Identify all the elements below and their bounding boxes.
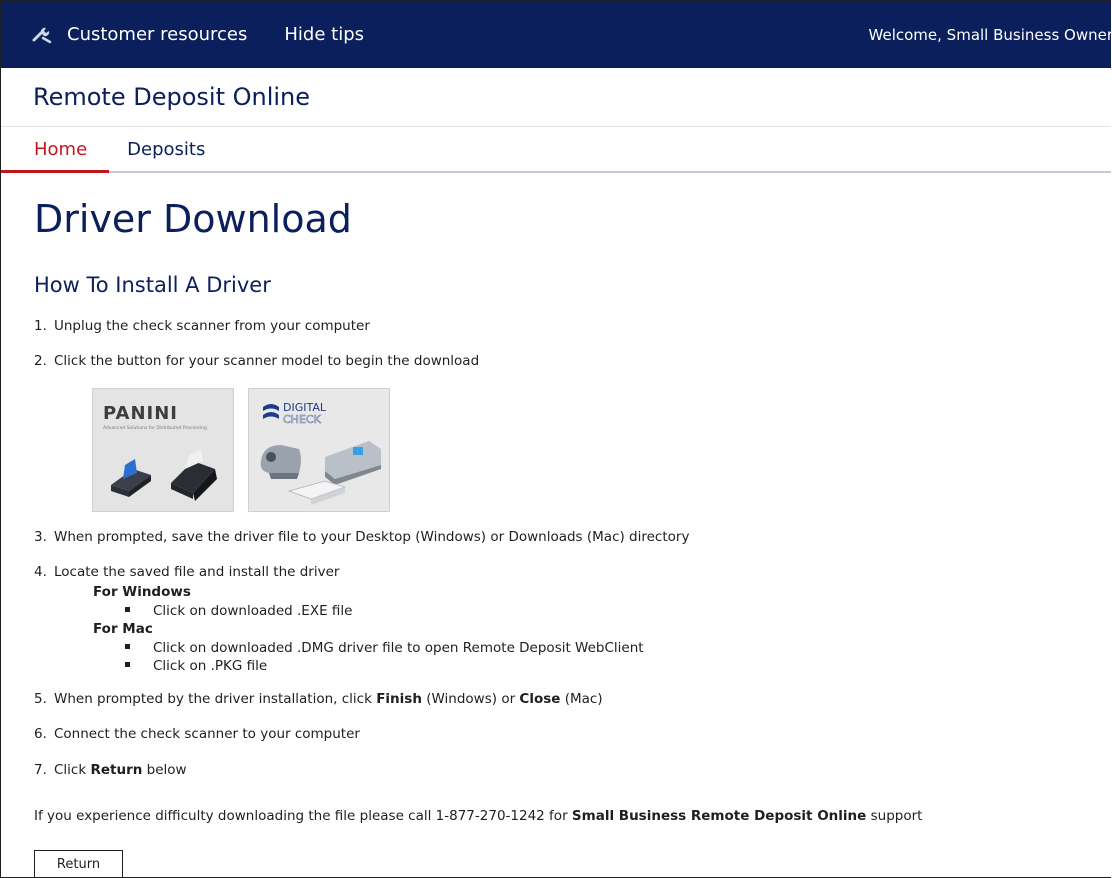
- mac-instruction-1: Click on downloaded .DMG driver file to …: [125, 640, 644, 656]
- windows-heading: For Windows: [93, 584, 191, 600]
- digital-check-scanner-image: DIGITAL CHECK: [249, 389, 389, 511]
- windows-instruction: Click on downloaded .EXE file: [125, 603, 352, 619]
- tab-bar: Home Deposits: [1, 127, 1111, 173]
- support-product-name: Small Business Remote Deposit Online: [571, 808, 867, 824]
- tab-deposits[interactable]: Deposits: [109, 139, 223, 171]
- step-number: 6.: [34, 726, 47, 742]
- step-number: 3.: [34, 529, 47, 545]
- step-text-pre: Click: [54, 762, 91, 778]
- section-title: How To Install A Driver: [34, 273, 271, 297]
- step-5: 5. When prompted by the driver installati…: [34, 691, 603, 707]
- app-title: Remote Deposit Online: [1, 68, 1111, 127]
- check-logo-text: CHECK: [283, 413, 322, 426]
- step-number: 5.: [34, 691, 47, 707]
- return-emphasis: Return: [90, 762, 143, 778]
- step-text: Click the button for your scanner model …: [54, 353, 480, 369]
- step-2: 2. Click the button for your scanner mode…: [34, 353, 479, 369]
- step-6: 6. Connect the check scanner to your comp…: [34, 726, 360, 742]
- panini-scanner-download-button[interactable]: PANINI Advanced Solutions for Distribute…: [92, 388, 234, 512]
- panini-tagline: Advanced Solutions for Distributed Proce…: [103, 425, 207, 431]
- step-text: When prompted, save the driver file to y…: [54, 529, 690, 545]
- support-text-post: support: [866, 808, 923, 824]
- step-7: 7. Click Return below: [34, 762, 187, 778]
- mac-heading: For Mac: [93, 621, 153, 637]
- step-number: 4.: [34, 564, 47, 580]
- top-navigation-bar: Customer resources Hide tips Welcome, Sm…: [1, 1, 1111, 68]
- hide-tips-link[interactable]: Hide tips: [284, 24, 364, 45]
- tab-home[interactable]: Home: [1, 139, 110, 173]
- step-text-post: below: [142, 762, 187, 778]
- customer-resources-label: Customer resources: [67, 24, 248, 45]
- app-window: Customer resources Hide tips Welcome, Sm…: [0, 0, 1111, 878]
- step-number: 7.: [34, 762, 47, 778]
- step-number: 2.: [34, 353, 47, 369]
- step-3: 3. When prompted, save the driver file to…: [34, 529, 689, 545]
- step-text: Connect the check scanner to your comput…: [54, 726, 360, 742]
- close-emphasis: Close: [519, 691, 561, 707]
- page-title: Driver Download: [34, 197, 352, 241]
- welcome-message: Welcome, Small Business Owner: [868, 25, 1111, 44]
- support-note: If you experience difficulty downloading…: [34, 808, 922, 824]
- wrench-icon: [32, 27, 52, 43]
- finish-emphasis: Finish: [376, 691, 422, 707]
- step-text-mid: (Windows) or: [421, 691, 520, 707]
- step-4: 4. Locate the saved file and install the …: [34, 564, 339, 580]
- step-1: 1. Unplug the check scanner from your com…: [34, 318, 370, 334]
- step-text: Unplug the check scanner from your compu…: [54, 318, 370, 334]
- step-text-pre: When prompted by the driver installation…: [54, 691, 377, 707]
- customer-resources-link[interactable]: Customer resources: [31, 24, 247, 45]
- panini-scanner-image: PANINI Advanced Solutions for Distribute…: [93, 389, 233, 511]
- step-text: Locate the saved file and install the dr…: [54, 564, 340, 580]
- step-number: 1.: [34, 318, 47, 334]
- panini-logo-text: PANINI: [103, 403, 178, 424]
- support-text-pre: If you experience difficulty downloading…: [34, 808, 572, 824]
- mac-instruction-2: Click on .PKG file: [125, 658, 267, 674]
- step-text-post: (Mac): [560, 691, 603, 707]
- return-button[interactable]: Return: [34, 850, 123, 877]
- digital-check-scanner-download-button[interactable]: DIGITAL CHECK: [248, 388, 390, 512]
